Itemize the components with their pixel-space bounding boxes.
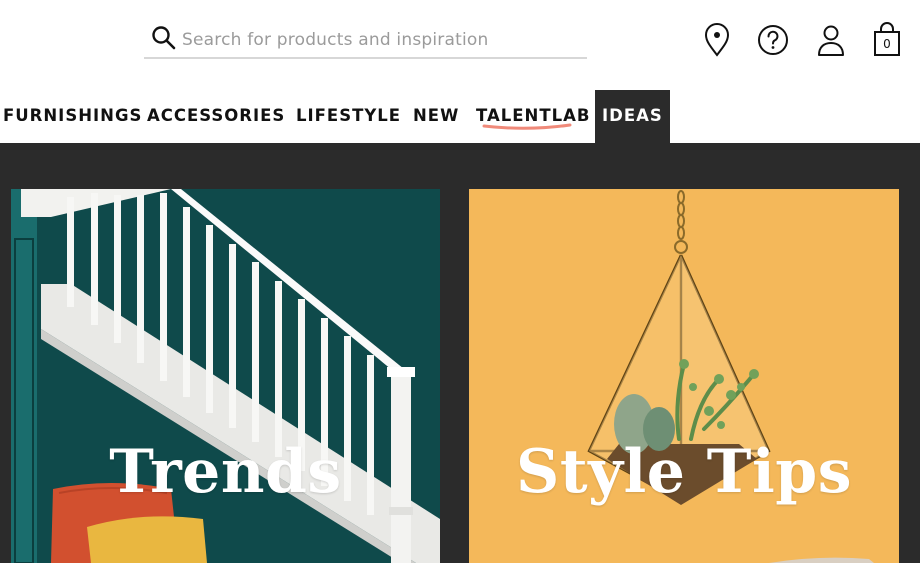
- trends-card[interactable]: Trends: [11, 189, 440, 563]
- ideas-content: Trends Style Tips: [0, 143, 920, 563]
- search-bar[interactable]: [144, 22, 587, 59]
- store-locator-icon[interactable]: [700, 22, 734, 58]
- site-header: 0 FURNISHINGS ACCESSORIES LIFESTYLE NEW …: [0, 0, 920, 143]
- nav-item-lifestyle[interactable]: LIFESTYLE: [296, 90, 401, 143]
- main-nav: FURNISHINGS ACCESSORIES LIFESTYLE NEW TA…: [0, 90, 920, 143]
- cart-icon[interactable]: 0: [870, 22, 904, 58]
- help-icon[interactable]: [756, 22, 790, 58]
- talentlab-underline-mark: [482, 123, 572, 130]
- search-input[interactable]: [182, 29, 572, 50]
- nav-item-furnishings[interactable]: FURNISHINGS: [3, 90, 142, 143]
- search-icon[interactable]: [150, 24, 178, 52]
- account-icon[interactable]: [814, 22, 848, 58]
- nav-item-talentlab[interactable]: TALENTLAB: [476, 90, 590, 143]
- nav-item-new[interactable]: NEW: [413, 90, 459, 143]
- cart-count: 0: [883, 37, 891, 51]
- nav-item-ideas[interactable]: IDEAS: [595, 90, 670, 143]
- style-tips-title: Style Tips: [516, 437, 852, 507]
- style-tips-card[interactable]: Style Tips: [469, 189, 899, 563]
- trends-title: Trends: [109, 437, 342, 507]
- nav-item-accessories[interactable]: ACCESSORIES: [147, 90, 285, 143]
